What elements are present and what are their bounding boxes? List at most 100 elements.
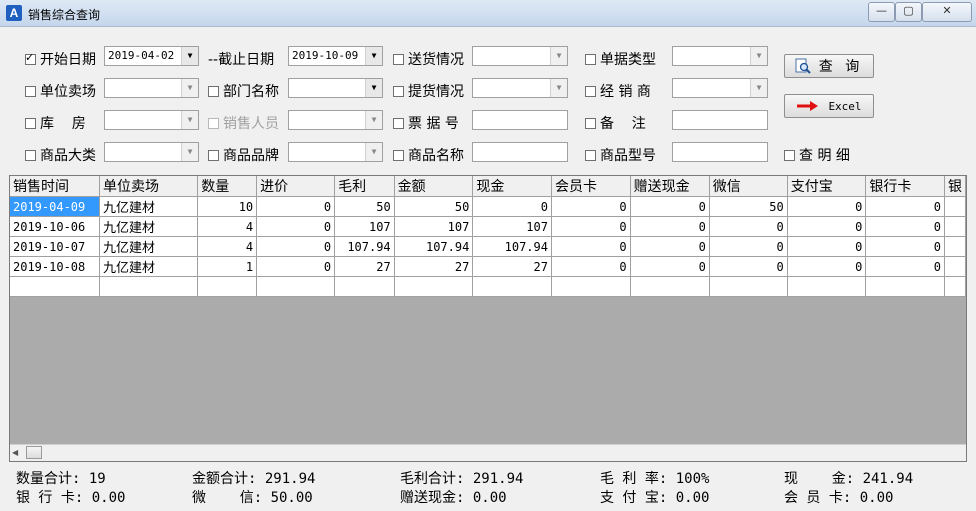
table-cell[interactable]: 0 [630,196,710,217]
delivery-filter[interactable]: 送货情况 [393,49,464,69]
model-input[interactable] [672,142,768,162]
table-cell[interactable]: 107.94 [334,236,395,257]
column-header[interactable]: 单位卖场 [99,176,199,197]
department-filter[interactable]: 部门名称 [208,81,279,101]
table-cell[interactable] [472,276,552,297]
chevron-down-icon[interactable]: ▼ [365,79,382,97]
category-filter[interactable]: 商品大类 [25,145,96,165]
table-cell[interactable]: 0 [472,196,552,217]
table-cell[interactable]: 0 [865,256,945,277]
ticket-no-filter[interactable]: 票 据 号 [393,113,459,133]
doc-type-checkbox[interactable] [585,53,596,65]
table-cell[interactable]: 0 [630,256,710,277]
table-cell[interactable]: 2019-10-08 [10,256,100,277]
detail-filter[interactable]: 查 明 细 [784,145,850,165]
table-cell[interactable]: 0 [709,256,788,277]
table-cell[interactable] [256,276,336,297]
table-cell[interactable] [865,276,945,297]
table-cell[interactable]: 0 [630,216,710,237]
table-cell[interactable]: 107 [472,216,552,237]
column-header[interactable]: 微信 [709,176,788,197]
table-cell[interactable]: 九亿建材 [99,236,199,257]
remark-input[interactable] [672,110,768,130]
start-date-checkbox[interactable] [25,51,36,65]
table-cell[interactable] [394,276,474,297]
chevron-down-icon[interactable]: ▼ [750,79,767,97]
model-checkbox[interactable] [585,149,596,161]
table-cell[interactable] [944,256,966,277]
table-cell[interactable]: 九亿建材 [99,216,199,237]
column-header[interactable]: 销售时间 [10,176,100,197]
table-cell[interactable]: 2019-10-06 [10,216,100,237]
start-date-filter[interactable]: 开始日期 [25,49,96,69]
column-header[interactable]: 支付宝 [787,176,867,197]
table-cell[interactable]: 1 [197,256,258,277]
delivery-checkbox[interactable] [393,53,404,65]
table-cell[interactable]: 0 [787,256,867,277]
table-cell[interactable]: 0 [630,236,710,257]
table-cell[interactable]: 0 [787,216,867,237]
table-cell[interactable] [630,276,710,297]
table-cell[interactable]: 0 [256,256,336,277]
delivery-select[interactable]: ▼ [472,46,568,66]
horizontal-scrollbar[interactable]: ◀ [10,444,966,461]
table-cell[interactable]: 0 [551,236,631,257]
table-cell[interactable]: 10 [197,196,258,217]
dealer-checkbox[interactable] [585,85,596,97]
ticket-no-checkbox[interactable] [393,117,404,129]
start-date-picker[interactable]: 2019-04-02 ▼ [104,46,199,66]
table-cell[interactable] [944,216,966,237]
table-row[interactable]: 2019-10-08 九亿建材 1 0 27 27 27 0 0 0 0 0 [10,256,966,277]
results-grid[interactable]: 销售时间 单位卖场 数量 进价 毛利 金额 现金 会员卡 赠送现金 微信 支付宝 银行卡银 2019-… [9,175,967,462]
chevron-down-icon[interactable]: ▼ [750,47,767,65]
table-cell[interactable]: 0 [787,236,867,257]
query-button[interactable]: 查 询 [784,54,874,78]
category-checkbox[interactable] [25,149,36,161]
table-cell[interactable]: 27 [334,256,395,277]
table-row[interactable]: 2019-10-06 九亿建材 4 0 107 107 107 0 0 0 0 0 [10,216,966,237]
brand-checkbox[interactable] [208,149,219,161]
chevron-down-icon[interactable]: ▼ [365,111,382,129]
chevron-down-icon[interactable]: ▼ [550,47,567,65]
table-cell[interactable]: 50 [394,196,474,217]
table-cell[interactable]: 107 [334,216,395,237]
store-select[interactable]: ▼ [104,78,199,98]
table-row-empty[interactable] [10,276,966,297]
dealer-select[interactable]: ▼ [672,78,768,98]
brand-select[interactable]: ▼ [288,142,383,162]
column-header[interactable]: 现金 [472,176,552,197]
table-cell[interactable]: 27 [472,256,552,277]
ticket-no-input[interactable] [472,110,568,130]
end-date-picker[interactable]: 2019-10-09 ▼ [288,46,383,66]
table-cell[interactable]: 0 [709,216,788,237]
table-cell[interactable]: 0 [256,196,336,217]
scroll-left-icon[interactable]: ◀ [12,448,18,457]
chevron-down-icon[interactable]: ▼ [181,79,198,97]
minimize-button[interactable]: — [868,2,895,22]
table-cell[interactable]: 0 [865,196,945,217]
pickup-select[interactable]: ▼ [472,78,568,98]
column-header[interactable]: 赠送现金 [630,176,710,197]
table-cell[interactable] [787,276,867,297]
table-cell[interactable] [944,196,966,217]
table-cell[interactable]: 107.94 [472,236,552,257]
column-header[interactable]: 银 [944,176,966,197]
warehouse-checkbox[interactable] [25,117,36,129]
table-cell[interactable] [709,276,788,297]
chevron-down-icon[interactable]: ▼ [181,143,198,161]
table-cell[interactable]: 0 [551,196,631,217]
table-row[interactable]: 2019-10-07 九亿建材 4 0 107.94 107.94 107.94 0 0 0 0 0 [10,236,966,257]
category-select[interactable]: ▼ [104,142,199,162]
excel-button[interactable]: Excel [784,94,874,118]
chevron-down-icon[interactable]: ▼ [365,47,382,65]
table-cell[interactable]: 4 [197,236,258,257]
column-header[interactable]: 金额 [394,176,474,197]
table-cell[interactable] [197,276,258,297]
product-name-input[interactable] [472,142,568,162]
column-header[interactable]: 毛利 [334,176,395,197]
doc-type-filter[interactable]: 单据类型 [585,49,656,69]
table-cell[interactable]: 4 [197,216,258,237]
remark-checkbox[interactable] [585,117,596,129]
brand-filter[interactable]: 商品品牌 [208,145,279,165]
table-cell[interactable]: 107 [394,216,474,237]
